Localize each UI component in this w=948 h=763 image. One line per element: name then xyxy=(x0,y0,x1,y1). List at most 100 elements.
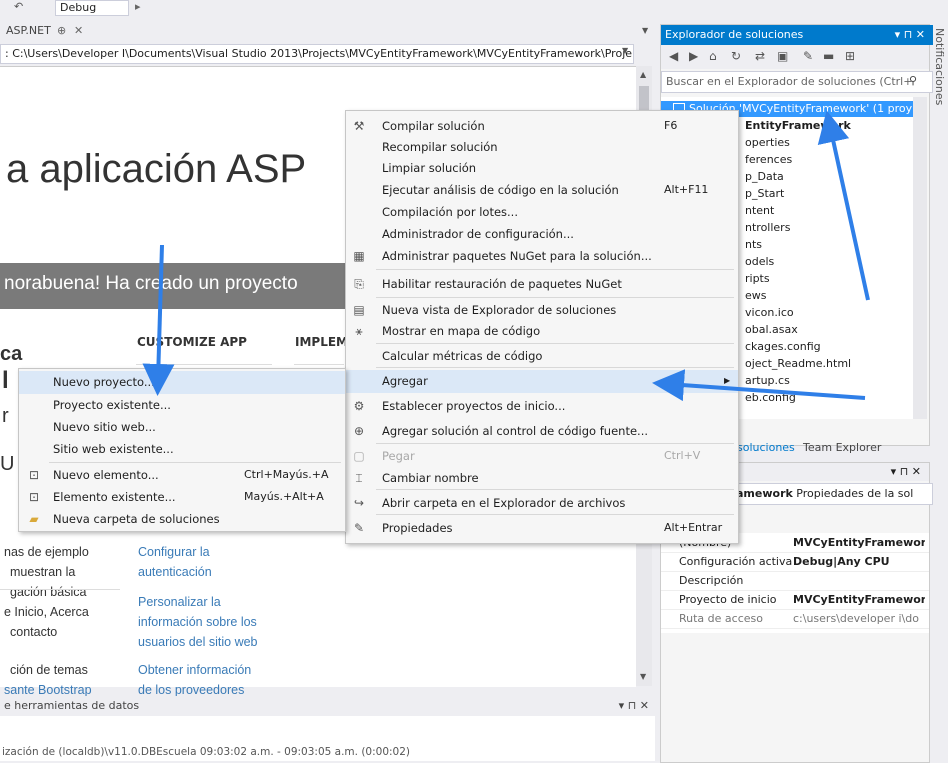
class-view-icon[interactable]: ⊞ xyxy=(845,49,855,63)
source-control-icon: ⊕ xyxy=(353,424,365,438)
address-bar[interactable]: : C:\Users\Developer I\Documents\Visual … xyxy=(0,44,634,64)
config-dropdown[interactable]: Debug xyxy=(55,0,129,16)
bootstrap-link[interactable]: sante Bootstrap xyxy=(4,683,92,697)
link-get-info[interactable]: Obtener información xyxy=(138,663,251,677)
tree-item[interactable]: operties xyxy=(745,136,790,149)
menu-item-build[interactable]: ⚒ Compilar solución F6 xyxy=(346,115,738,138)
menu-item-nuget-restore[interactable]: ⎘ Habilitar restauración de paquetes NuG… xyxy=(346,273,738,296)
undo-icon[interactable]: ↶ xyxy=(14,0,23,13)
start-icon[interactable]: ▸ xyxy=(135,0,141,13)
solution-search-input[interactable]: Buscar en el Explorador de soluciones (C… xyxy=(661,71,933,93)
menu-label: Mostrar en mapa de código xyxy=(382,324,541,338)
menu-item-new-view[interactable]: ▤ Nueva vista de Explorador de solucione… xyxy=(346,299,738,322)
properties-icon[interactable]: ✎ xyxy=(803,49,813,63)
menu-item-new-solution-folder[interactable]: ▰ Nueva carpeta de soluciones xyxy=(19,508,345,531)
scroll-up-icon[interactable]: ▲ xyxy=(640,70,646,79)
property-row[interactable]: Descripción xyxy=(661,571,929,591)
menu-item-add[interactable]: Agregar ▶ xyxy=(346,370,738,393)
tree-item[interactable]: artup.cs xyxy=(745,374,790,387)
tree-item[interactable]: ripts xyxy=(745,272,770,285)
scroll-down-icon[interactable]: ▼ xyxy=(640,672,646,681)
solution-explorer-title-text: Explorador de soluciones xyxy=(665,28,804,41)
tree-item[interactable]: ckages.config xyxy=(745,340,821,353)
menu-item-batch-build[interactable]: Compilación por lotes... xyxy=(346,201,738,224)
tree-item[interactable]: p_Data xyxy=(745,170,784,183)
menu-item-manage-nuget[interactable]: ▦ Administrar paquetes NuGet para la sol… xyxy=(346,245,738,268)
property-row[interactable]: Proyecto de inicio MVCyEntityFramework xyxy=(661,590,929,610)
back-icon[interactable]: ◀ xyxy=(669,49,678,63)
home-icon[interactable]: ⌂ xyxy=(709,49,717,63)
panel-controls[interactable]: ▾ ⊓ ✕ xyxy=(619,696,649,716)
banner-text: norabuena! Ha creado un proyecto xyxy=(4,273,298,294)
tab-solutions[interactable]: soluciones xyxy=(737,441,795,454)
menu-item-code-map[interactable]: ⚹ Mostrar en mapa de código xyxy=(346,320,738,343)
tree-item[interactable]: ews xyxy=(745,289,767,302)
menu-item-rename[interactable]: ⌶ Cambiar nombre xyxy=(346,467,738,490)
menu-item-code-metrics[interactable]: Calcular métricas de código xyxy=(346,345,738,368)
add-submenu: Nuevo proyecto... Proyecto existente... … xyxy=(18,368,346,532)
tree-item[interactable]: odels xyxy=(745,255,774,268)
tree-item[interactable]: ferences xyxy=(745,153,792,166)
menu-label: Nueva carpeta de soluciones xyxy=(53,512,220,526)
link-configure-auth[interactable]: Configurar la xyxy=(138,545,210,559)
link-customize-info[interactable]: Personalizar la xyxy=(138,595,221,609)
property-grid: (Nombre) MVCyEntityFramework Configuraci… xyxy=(661,533,929,633)
collapse-icon[interactable]: ▣ xyxy=(777,49,788,63)
notifications-tab[interactable]: Notificaciones xyxy=(930,28,946,108)
menu-item-source-control[interactable]: ⊕ Agregar solución al control de código … xyxy=(346,420,738,443)
tree-item[interactable]: eb.config xyxy=(745,391,796,404)
preview-icon[interactable]: ▬ xyxy=(823,49,834,63)
link-customize-info-3[interactable]: usuarios del sitio web xyxy=(138,635,258,649)
menu-item-new-website[interactable]: Nuevo sitio web... xyxy=(19,416,345,439)
menu-separator xyxy=(376,269,734,270)
menu-label: Compilar solución xyxy=(382,119,485,133)
menu-item-rebuild[interactable]: Recompilar solución xyxy=(346,136,738,159)
menu-item-open-folder[interactable]: ↪ Abrir carpeta en el Explorador de arch… xyxy=(346,492,738,515)
link-customize-info-2[interactable]: información sobre los xyxy=(138,615,257,629)
tab-team-explorer[interactable]: Team Explorer xyxy=(803,441,881,454)
build-icon: ⚒ xyxy=(353,119,365,133)
menu-item-new-project[interactable]: Nuevo proyecto... xyxy=(19,371,345,394)
gear-icon: ⚙ xyxy=(353,399,365,413)
tree-item[interactable]: vicon.ico xyxy=(745,306,794,319)
tree-scrollbar[interactable] xyxy=(913,97,927,419)
menu-item-existing-item[interactable]: ⊡ Elemento existente... Mayús.+Alt+A xyxy=(19,486,345,509)
tree-item-project[interactable]: EntityFramework xyxy=(745,119,851,132)
chevron-down-icon[interactable]: ▼ xyxy=(642,22,648,40)
tree-item[interactable]: nts xyxy=(745,238,762,251)
menu-item-existing-project[interactable]: Proyecto existente... xyxy=(19,394,345,417)
forward-icon[interactable]: ▶ xyxy=(689,49,698,63)
property-row[interactable]: Ruta de acceso c:\users\developer i\do xyxy=(661,609,929,629)
sync-icon[interactable]: ⇄ xyxy=(755,49,765,63)
panel-controls[interactable]: ▾ ⊓ ✕ xyxy=(891,463,921,481)
tab-aspnet[interactable]: ASP.NET xyxy=(0,22,106,40)
menu-item-paste[interactable]: ▢ Pegar Ctrl+V xyxy=(346,445,738,468)
menu-item-clean[interactable]: Limpiar solución xyxy=(346,157,738,180)
property-value: MVCyEntityFramework xyxy=(793,536,925,549)
tree-item[interactable]: obal.asax xyxy=(745,323,798,336)
pin-icon[interactable]: ⊕ xyxy=(57,22,66,40)
description-line: gación básica xyxy=(10,585,87,599)
section-heading-4: U xyxy=(0,453,15,475)
section-heading-3: r xyxy=(2,405,9,427)
menu-item-properties[interactable]: ✎ Propiedades Alt+Entrar xyxy=(346,517,738,540)
search-icon[interactable]: ⚲ xyxy=(909,74,917,87)
tree-item[interactable]: p_Start xyxy=(745,187,784,200)
tree-item[interactable]: ntrollers xyxy=(745,221,790,234)
section-heading-2: l xyxy=(2,367,9,394)
menu-item-existing-website[interactable]: Sitio web existente... xyxy=(19,438,345,461)
description-line: nas de ejemplo xyxy=(4,545,89,559)
property-row[interactable]: Configuración activa Debug|Any CPU xyxy=(661,552,929,572)
menu-item-new-item[interactable]: ⊡ Nuevo elemento... Ctrl+Mayús.+A xyxy=(19,464,345,487)
close-tab-icon[interactable]: ✕ xyxy=(74,22,83,40)
menu-item-startup-projects[interactable]: ⚙ Establecer proyectos de inicio... xyxy=(346,395,738,418)
address-dropdown-icon[interactable]: ▼ xyxy=(622,46,628,55)
menu-item-config-manager[interactable]: Administrador de configuración... xyxy=(346,223,738,246)
menu-item-code-analysis[interactable]: Ejecutar análisis de código en la soluci… xyxy=(346,179,738,202)
link-configure-auth-2[interactable]: autenticación xyxy=(138,565,212,579)
tree-item[interactable]: ntent xyxy=(745,204,774,217)
history-icon[interactable]: ↻ xyxy=(731,49,741,63)
link-get-info-2[interactable]: de los proveedores xyxy=(138,683,244,697)
panel-controls[interactable]: ▾ ⊓ ✕ xyxy=(895,25,925,45)
tree-item[interactable]: oject_Readme.html xyxy=(745,357,851,370)
